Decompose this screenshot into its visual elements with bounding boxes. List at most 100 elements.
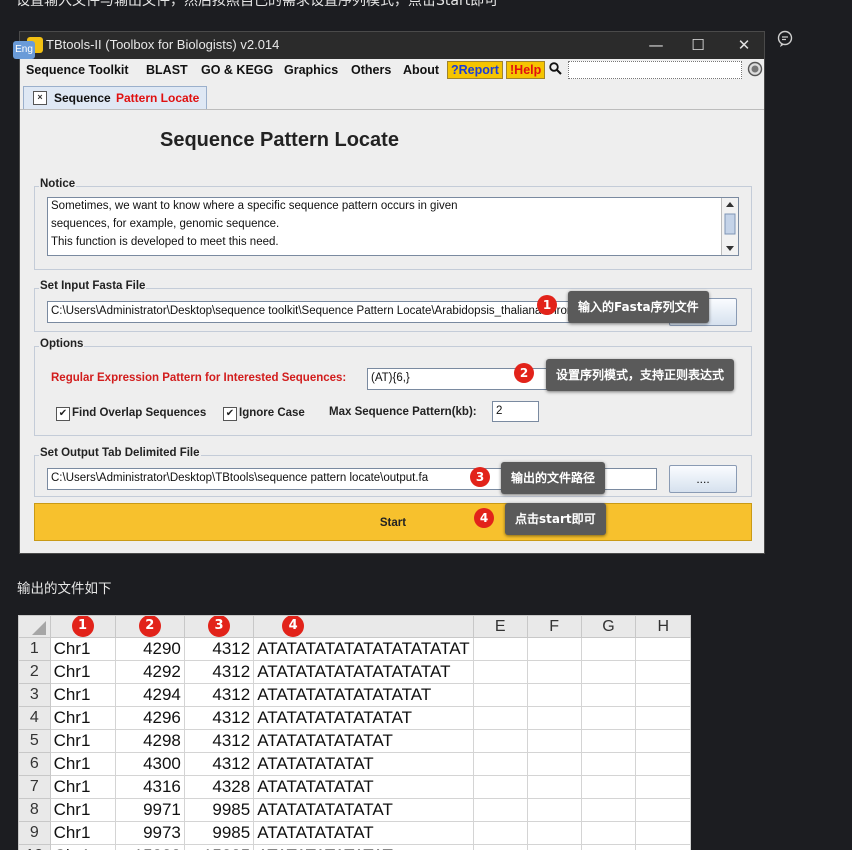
- cell-empty[interactable]: [580, 775, 637, 799]
- cell-empty[interactable]: [635, 844, 691, 850]
- cell-sequence[interactable]: ATATATATATATATATATATAT: [253, 637, 474, 661]
- cell-end[interactable]: 4328: [183, 775, 255, 799]
- column-header-f[interactable]: F: [526, 615, 582, 638]
- cell-chromosome[interactable]: Chr1: [49, 775, 116, 799]
- cell-sequence[interactable]: ATATATATATATAT: [253, 729, 474, 753]
- report-button[interactable]: ?Report: [447, 61, 503, 79]
- cell-chromosome[interactable]: Chr1: [49, 821, 116, 845]
- cell-empty[interactable]: [635, 775, 691, 799]
- cell-empty[interactable]: [526, 775, 582, 799]
- cell-empty[interactable]: [580, 798, 637, 822]
- menu-graphics[interactable]: Graphics: [284, 63, 338, 77]
- select-all-corner[interactable]: [18, 615, 51, 638]
- cell-empty[interactable]: [472, 775, 528, 799]
- cell-start[interactable]: 4296: [114, 706, 185, 730]
- cell-start[interactable]: 4316: [114, 775, 185, 799]
- cell-chromosome[interactable]: Chr1: [49, 844, 116, 850]
- start-button[interactable]: Start: [34, 503, 752, 541]
- menu-about[interactable]: About: [403, 63, 439, 77]
- cell-empty[interactable]: [635, 752, 691, 776]
- cell-empty[interactable]: [580, 706, 637, 730]
- row-number[interactable]: 1: [18, 637, 51, 661]
- cell-start[interactable]: 4300: [114, 752, 185, 776]
- row-number[interactable]: 3: [18, 683, 51, 707]
- output-browse-button[interactable]: ....: [669, 465, 737, 493]
- cell-sequence[interactable]: ATATATATATAT: [253, 775, 474, 799]
- cell-empty[interactable]: [472, 729, 528, 753]
- cell-start[interactable]: 4298: [114, 729, 185, 753]
- cell-empty[interactable]: [526, 821, 582, 845]
- maximize-button[interactable]: ☐: [683, 35, 713, 55]
- row-number[interactable]: 7: [18, 775, 51, 799]
- cell-empty[interactable]: [635, 798, 691, 822]
- cell-empty[interactable]: [580, 752, 637, 776]
- cell-chromosome[interactable]: Chr1: [49, 683, 116, 707]
- column-header-h[interactable]: H: [635, 615, 691, 638]
- menu-go-kegg[interactable]: GO & KEGG: [201, 63, 273, 77]
- row-number[interactable]: 6: [18, 752, 51, 776]
- cell-empty[interactable]: [472, 844, 528, 850]
- row-number[interactable]: 5: [18, 729, 51, 753]
- close-button[interactable]: ✕: [729, 35, 759, 55]
- column-header-1[interactable]: 1: [49, 615, 116, 638]
- menu-blast[interactable]: BLAST: [146, 63, 188, 77]
- cell-end[interactable]: 4312: [183, 729, 255, 753]
- cell-chromosome[interactable]: Chr1: [49, 637, 116, 661]
- cell-empty[interactable]: [526, 729, 582, 753]
- row-number[interactable]: 2: [18, 660, 51, 684]
- cell-empty[interactable]: [580, 729, 637, 753]
- tab-close-icon[interactable]: ×: [33, 91, 47, 105]
- cell-empty[interactable]: [580, 844, 637, 850]
- cell-empty[interactable]: [635, 637, 691, 661]
- column-header-e[interactable]: E: [472, 615, 528, 638]
- cell-start[interactable]: 15333: [114, 844, 185, 850]
- comment-icon[interactable]: [776, 30, 794, 48]
- cell-start[interactable]: 9971: [114, 798, 185, 822]
- menu-search-input[interactable]: [568, 61, 742, 79]
- cell-end[interactable]: 4312: [183, 752, 255, 776]
- title-bar[interactable]: Eng TBtools-II (Toolbox for Biologists) …: [13, 32, 764, 59]
- ignore-case-checkbox[interactable]: ✔: [223, 407, 237, 421]
- row-number[interactable]: 10: [18, 844, 51, 850]
- cell-chromosome[interactable]: Chr1: [49, 660, 116, 684]
- cell-end[interactable]: 9985: [183, 798, 255, 822]
- cell-empty[interactable]: [635, 706, 691, 730]
- cell-empty[interactable]: [580, 683, 637, 707]
- cell-empty[interactable]: [472, 798, 528, 822]
- notice-textarea[interactable]: Sometimes, we want to know where a speci…: [47, 197, 739, 256]
- cell-start[interactable]: 4292: [114, 660, 185, 684]
- cell-empty[interactable]: [526, 637, 582, 661]
- cell-chromosome[interactable]: Chr1: [49, 729, 116, 753]
- cell-sequence[interactable]: ATATATATATATAT: [253, 844, 474, 850]
- cell-empty[interactable]: [472, 683, 528, 707]
- column-header-2[interactable]: 2: [114, 615, 185, 638]
- cell-empty[interactable]: [580, 660, 637, 684]
- cell-end[interactable]: 15335: [183, 844, 255, 850]
- cell-empty[interactable]: [526, 798, 582, 822]
- cell-empty[interactable]: [472, 821, 528, 845]
- notice-scrollbar[interactable]: [721, 198, 738, 255]
- cell-empty[interactable]: [526, 660, 582, 684]
- cell-empty[interactable]: [580, 637, 637, 661]
- cell-empty[interactable]: [526, 706, 582, 730]
- cell-end[interactable]: 4312: [183, 683, 255, 707]
- help-button[interactable]: !Help: [506, 61, 546, 79]
- cell-chromosome[interactable]: Chr1: [49, 706, 116, 730]
- find-overlap-checkbox[interactable]: ✔: [56, 407, 70, 421]
- cell-start[interactable]: 9973: [114, 821, 185, 845]
- menu-others[interactable]: Others: [351, 63, 391, 77]
- menu-sequence-toolkit[interactable]: Sequence Toolkit: [26, 63, 129, 77]
- cell-sequence[interactable]: ATATATATATATATATAT: [253, 683, 474, 707]
- column-header-g[interactable]: G: [580, 615, 637, 638]
- cell-empty[interactable]: [526, 844, 582, 850]
- cell-empty[interactable]: [472, 706, 528, 730]
- settings-circle-icon[interactable]: [747, 61, 763, 80]
- cell-sequence[interactable]: ATATATATATATAT: [253, 798, 474, 822]
- cell-chromosome[interactable]: Chr1: [49, 752, 116, 776]
- cell-end[interactable]: 4312: [183, 706, 255, 730]
- cell-sequence[interactable]: ATATATATATAT: [253, 752, 474, 776]
- column-header-3[interactable]: 3: [183, 615, 255, 638]
- cell-sequence[interactable]: ATATATATATATATATATAT: [253, 660, 474, 684]
- cell-empty[interactable]: [472, 660, 528, 684]
- cell-empty[interactable]: [526, 683, 582, 707]
